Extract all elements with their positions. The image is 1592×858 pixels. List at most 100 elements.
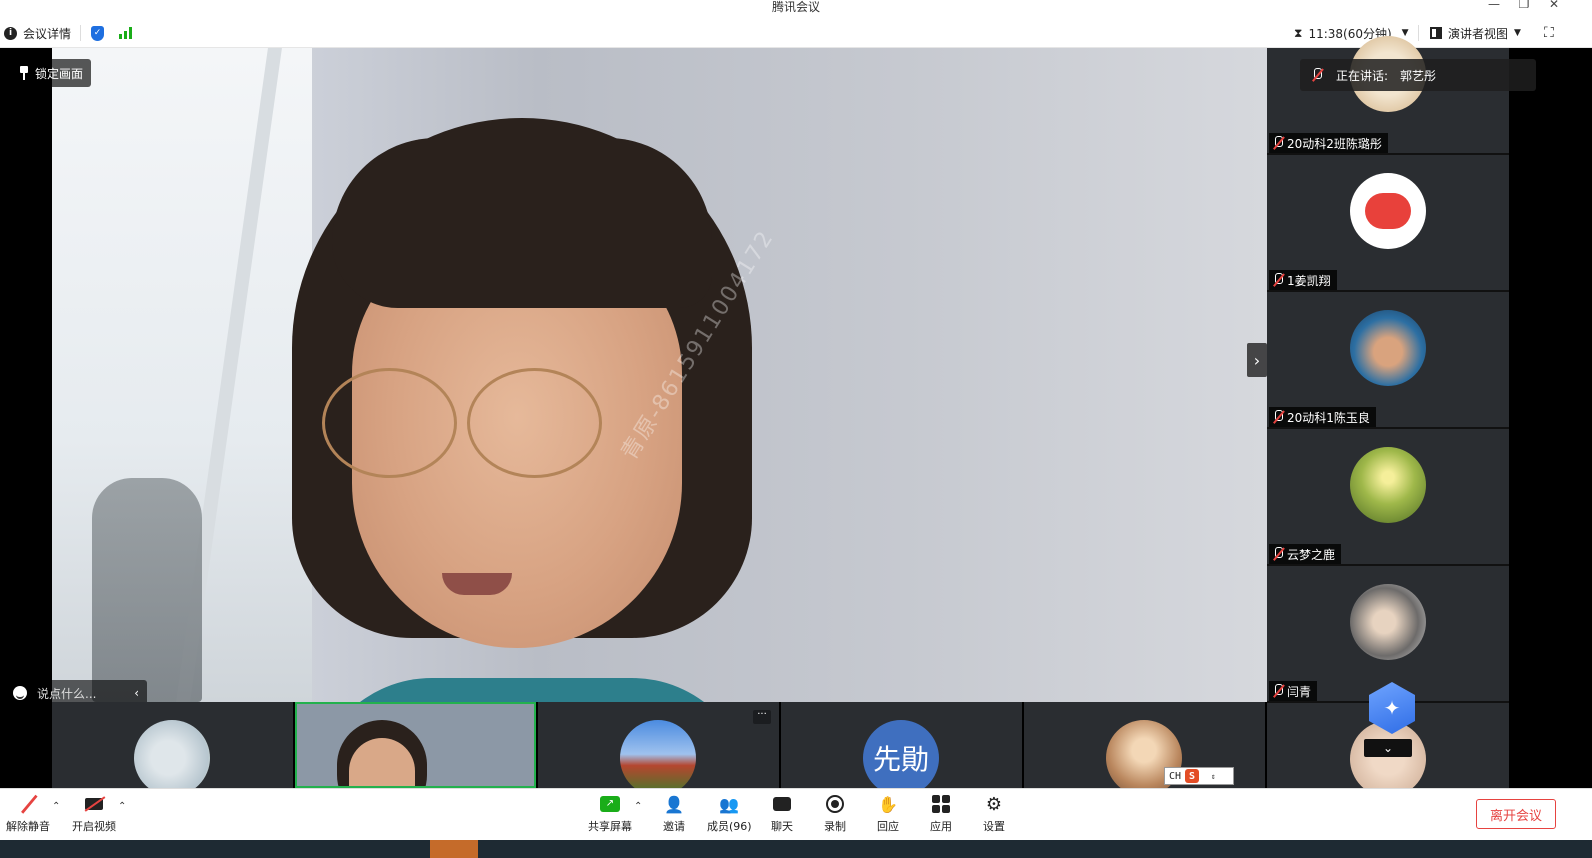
share-screen-button[interactable]: ↗ 共享屏幕 — [588, 793, 632, 839]
unmute-label: 解除静音 — [6, 820, 50, 833]
strip-participant-tile[interactable]: ··· — [538, 702, 779, 788]
share-screen-label: 共享屏幕 — [588, 820, 632, 833]
settings-label: 设置 — [983, 820, 1005, 833]
speaking-name: 郭艺彤 — [1400, 68, 1437, 83]
participant-name-tag: 1姜凯翔 — [1269, 270, 1337, 290]
strip-participant-tile[interactable] — [52, 702, 293, 788]
fullscreen-button[interactable]: ⛶ — [1544, 24, 1554, 42]
taskbar-strip — [0, 840, 1592, 858]
fullscreen-icon: ⛶ — [1544, 25, 1554, 41]
mic-icon — [1312, 68, 1322, 82]
record-icon — [824, 793, 846, 815]
chevron-up-icon[interactable]: ⌃ — [118, 801, 126, 812]
participant-name: 闫青 — [1287, 684, 1312, 699]
unmute-button[interactable]: 解除静音 — [6, 793, 50, 839]
shield-icon: ✓ — [91, 25, 104, 41]
avatar — [1350, 310, 1426, 386]
settings-button[interactable]: ⚙ 设置 — [983, 793, 1005, 839]
chevron-down-icon: ▼ — [1401, 28, 1409, 38]
avatar — [1350, 721, 1426, 797]
collapse-strip-button[interactable]: ⌄ — [1364, 739, 1412, 757]
reactions-button[interactable]: ✋ 回应 — [877, 793, 899, 839]
gear-icon: ⚙ — [985, 793, 1003, 815]
chat-label: 聊天 — [771, 820, 793, 833]
chevron-right-icon: › — [1253, 350, 1261, 370]
emoji-icon[interactable] — [13, 686, 27, 700]
lock-view-label: 锁定画面 — [35, 66, 84, 81]
participant-name: 云梦之鹿 — [1287, 547, 1336, 562]
strip-participant-tile[interactable]: 先勛 — [781, 702, 1022, 788]
apps-button[interactable]: 应用 — [930, 793, 952, 839]
mic-muted-icon — [1273, 273, 1283, 287]
next-page-button[interactable]: › — [1247, 343, 1267, 377]
ime-arrows-icon: ⇕ — [1211, 771, 1216, 781]
chat-placeholder: 说点什么... — [37, 686, 97, 701]
reactions-label: 回应 — [877, 820, 899, 833]
participant-tile[interactable]: 云梦之鹿 — [1267, 429, 1509, 564]
participant-name: 20动科2班陈璐彤 — [1287, 136, 1382, 151]
participant-name-tag: 20动科2班陈璐彤 — [1269, 133, 1388, 153]
participant-tile[interactable]: 20动科1陈玉良 — [1267, 292, 1509, 427]
avatar — [1350, 447, 1426, 523]
apps-label: 应用 — [930, 820, 952, 833]
lock-view-button[interactable]: 锁定画面 — [13, 59, 92, 87]
main-speaker-video[interactable]: 青原-8615911004172 — [52, 48, 1267, 702]
apps-grid-icon — [930, 793, 952, 815]
participant-name-tag: 20动科1陈玉良 — [1269, 407, 1376, 427]
participant-name: 20动科1陈玉良 — [1287, 410, 1370, 425]
start-video-button[interactable]: 开启视频 — [72, 793, 116, 839]
members-button[interactable]: 👥 成员(96) — [707, 793, 752, 839]
meeting-toolbar: 解除静音 ⌃ 开启视频 ⌃ ↗ 共享屏幕 ⌃ 👤 邀请 👥 成员(96) 聊天 — [0, 788, 1592, 840]
chat-icon — [771, 793, 793, 815]
sogou-logo-icon: S — [1185, 769, 1200, 783]
view-mode-selector[interactable]: 演讲者视图 ▼ — [1430, 24, 1521, 42]
users-icon: 👥 — [719, 794, 740, 814]
window-title: 腾讯会议 — [771, 0, 820, 14]
members-label: 成员(96) — [707, 820, 752, 833]
divider — [80, 25, 81, 41]
participant-name: 1姜凯翔 — [1287, 273, 1331, 288]
chat-button[interactable]: 聊天 — [771, 793, 793, 839]
strip-participant-tile[interactable] — [295, 702, 536, 788]
title-bar: 腾讯会议 — ❐ ✕ — [0, 0, 1592, 16]
leave-meeting-button[interactable]: 离开会议 — [1476, 799, 1556, 829]
view-mode-label: 演讲者视图 — [1448, 26, 1509, 41]
mic-muted-icon — [1273, 136, 1283, 150]
ime-language: CH — [1169, 770, 1182, 782]
record-label: 录制 — [824, 820, 846, 833]
taskbar-accent — [430, 840, 478, 858]
participant-tile[interactable]: 1姜凯翔 — [1267, 155, 1509, 290]
avatar — [1350, 173, 1426, 249]
restore-button[interactable]: ❐ — [1514, 0, 1534, 11]
meeting-details-label: 会议详情 — [23, 26, 72, 41]
divider — [1418, 25, 1419, 41]
invite-button[interactable]: 👤 邀请 — [663, 793, 685, 839]
chevron-up-icon[interactable]: ⌃ — [52, 801, 60, 812]
participant-tile[interactable]: 闫青 — [1267, 566, 1509, 701]
signal-icon — [119, 27, 132, 39]
active-speaker-banner: 正在讲话: 郭艺彤 — [1300, 59, 1536, 91]
avatar — [1350, 584, 1426, 660]
hourglass-icon: ⧗ — [1294, 25, 1303, 40]
more-options-button[interactable]: ··· — [753, 710, 771, 724]
avatar — [134, 720, 210, 788]
participant-sidebar[interactable]: 20动科2班陈璐彤 1姜凯翔 20动科1陈玉良 云梦之鹿 闫青 — [1267, 36, 1509, 797]
participant-name-tag: 闫青 — [1269, 681, 1318, 701]
close-button[interactable]: ✕ — [1544, 0, 1564, 11]
chevron-left-icon[interactable]: ‹ — [134, 686, 139, 700]
layout-icon — [1430, 27, 1442, 39]
network-status[interactable] — [119, 24, 132, 42]
security-status[interactable]: ✓ — [91, 24, 104, 42]
bird-icon: ✦ — [1383, 696, 1401, 720]
meeting-details-button[interactable]: i 会议详情 — [4, 24, 71, 42]
record-button[interactable]: 录制 — [824, 793, 846, 839]
mic-off-icon — [17, 793, 39, 815]
chevron-down-icon: ▼ — [1514, 28, 1521, 38]
invite-label: 邀请 — [663, 820, 685, 833]
chevron-up-icon[interactable]: ⌃ — [634, 801, 642, 812]
pig-icon — [1365, 193, 1411, 229]
mic-muted-icon — [1273, 410, 1283, 424]
input-method-indicator[interactable]: CH S ⇕ — [1164, 767, 1234, 785]
minimize-button[interactable]: — — [1484, 0, 1504, 11]
start-video-label: 开启视频 — [72, 820, 116, 833]
